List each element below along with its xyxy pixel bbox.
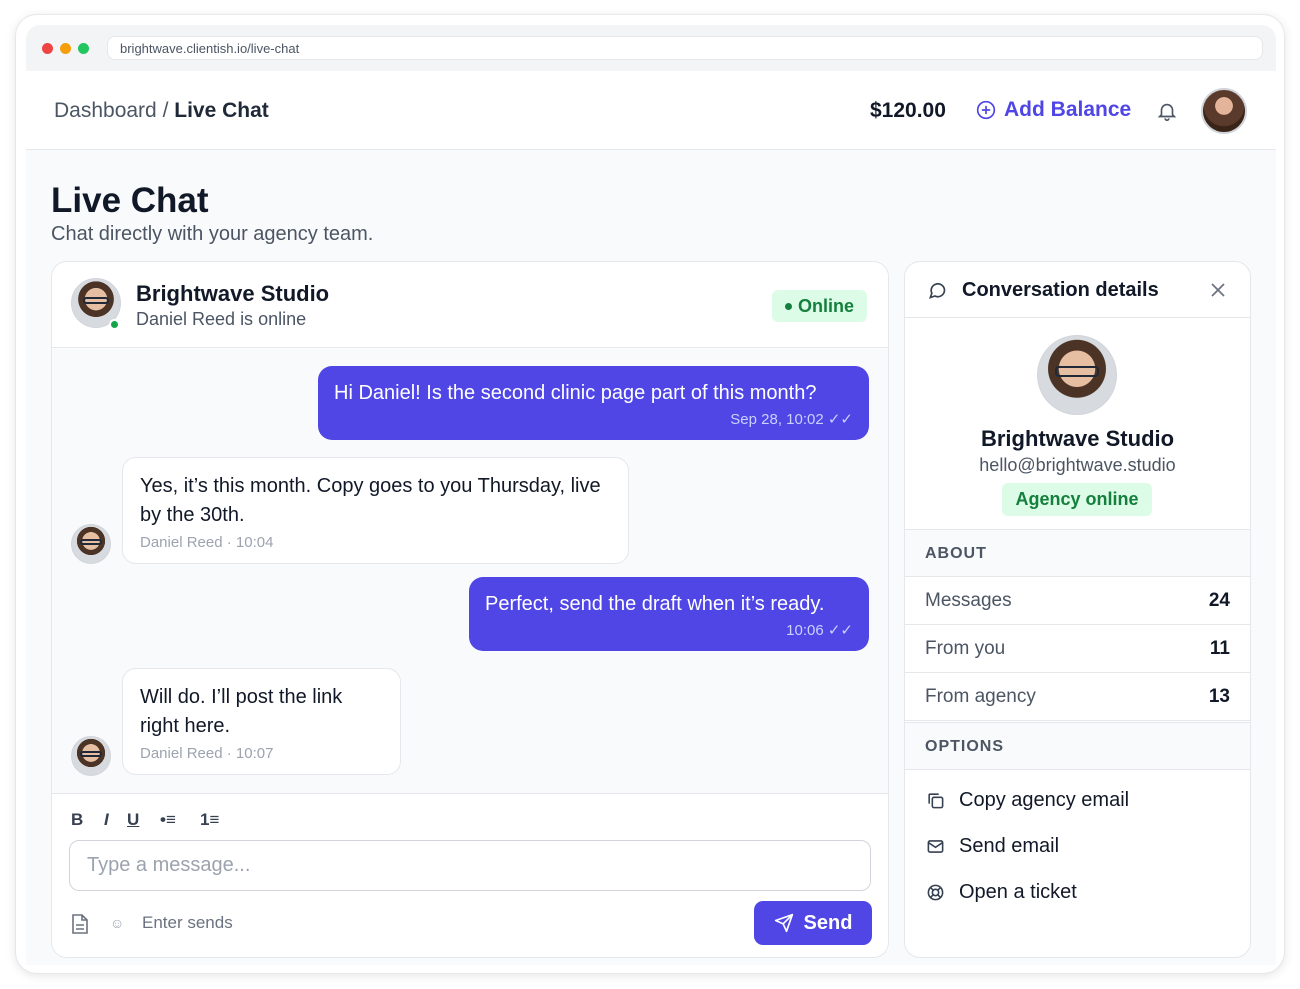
status-dot-icon bbox=[785, 302, 792, 310]
browser-chrome: brightwave.clientish.io/live-chat bbox=[26, 25, 1276, 71]
chat-panel: Brightwave Studio Daniel Reed is online … bbox=[51, 261, 889, 958]
online-status-badge: Online bbox=[772, 290, 868, 322]
message-avatar bbox=[71, 736, 111, 776]
message-meta: Sep 28, 10:02 ✓✓ bbox=[730, 411, 853, 428]
minimize-window-dot[interactable] bbox=[60, 43, 71, 54]
maximize-window-dot[interactable] bbox=[78, 43, 89, 54]
close-window-dot[interactable] bbox=[42, 43, 53, 54]
send-button-label: Send bbox=[803, 911, 853, 934]
message-incoming: Yes, it’s this month. Copy goes to you T… bbox=[122, 457, 629, 564]
message-incoming: Will do. I’ll post the link right here. … bbox=[122, 668, 401, 775]
breadcrumb-dashboard-link[interactable]: Dashboard bbox=[54, 99, 157, 122]
stat-row-from-you: From you 11 bbox=[905, 626, 1250, 673]
details-agency-name: Brightwave Studio bbox=[980, 426, 1175, 451]
stat-row-messages: Messages 24 bbox=[905, 578, 1250, 625]
option-label: Open a ticket bbox=[959, 881, 1077, 903]
stat-value: 13 bbox=[1208, 686, 1230, 707]
app-root: Dashboard / Live Chat $120.00 Add Balanc… bbox=[26, 71, 1276, 965]
message-outgoing: Hi Daniel! Is the second clinic page par… bbox=[318, 366, 869, 440]
details-avatar bbox=[1037, 335, 1117, 415]
option-label: Send email bbox=[959, 835, 1060, 857]
stat-label: From agency bbox=[925, 686, 1036, 707]
about-section-heading: ABOUT bbox=[905, 529, 1250, 577]
breadcrumb-current: Live Chat bbox=[174, 99, 269, 122]
details-agency-email: hello@brightwave.studio bbox=[979, 455, 1176, 475]
agency-online-badge: Agency online bbox=[1002, 483, 1152, 516]
stat-label: From you bbox=[925, 638, 1006, 659]
send-button[interactable]: Send bbox=[754, 901, 872, 945]
details-header: Conversation details bbox=[905, 262, 1250, 318]
send-email-option[interactable]: Send email bbox=[926, 835, 1059, 858]
numbered-list-button[interactable]: 1≡ bbox=[200, 810, 219, 830]
bell-icon[interactable] bbox=[1156, 99, 1178, 123]
conversation-details-panel: Conversation details Brightwave Studio h… bbox=[904, 261, 1251, 958]
browser-window: brightwave.clientish.io/live-chat Dashbo… bbox=[15, 14, 1285, 974]
bullet-list-button[interactable]: •≡ bbox=[160, 810, 176, 830]
online-indicator bbox=[109, 319, 120, 330]
lifebuoy-icon bbox=[927, 884, 944, 901]
attachment-icon[interactable] bbox=[70, 913, 90, 935]
topbar: Dashboard / Live Chat $120.00 Add Balanc… bbox=[26, 71, 1276, 150]
message-avatar bbox=[71, 524, 111, 564]
add-balance-label: Add Balance bbox=[1004, 98, 1132, 121]
chat-header: Brightwave Studio Daniel Reed is online … bbox=[52, 262, 888, 348]
message-text: Hi Daniel! Is the second clinic page par… bbox=[334, 382, 817, 404]
message-text: Perfect, send the draft when it’s ready. bbox=[485, 593, 825, 615]
plus-circle-icon bbox=[976, 100, 996, 120]
bold-button[interactable]: B bbox=[71, 810, 83, 830]
message-composer: B I U •≡ 1≡ ☺ Enter sends Send bbox=[52, 793, 888, 957]
send-icon bbox=[774, 913, 793, 933]
italic-button[interactable]: I bbox=[104, 810, 109, 830]
option-label: Copy agency email bbox=[959, 789, 1130, 811]
options-section-heading: OPTIONS bbox=[905, 722, 1250, 770]
chat-agency-name: Brightwave Studio bbox=[136, 281, 330, 306]
breadcrumb: Dashboard / Live Chat bbox=[54, 99, 269, 123]
chat-bubble-icon bbox=[928, 282, 946, 299]
stat-value: 11 bbox=[1209, 638, 1230, 659]
page-subtitle: Chat directly with your agency team. bbox=[51, 223, 374, 245]
message-text: Will do. I’ll post the link right here. bbox=[140, 686, 343, 737]
close-icon[interactable] bbox=[1210, 282, 1226, 298]
stat-row-from-agency: From agency 13 bbox=[905, 674, 1250, 721]
address-bar[interactable]: brightwave.clientish.io/live-chat bbox=[107, 36, 1263, 60]
stat-value: 24 bbox=[1208, 590, 1230, 611]
chat-agency-status: Daniel Reed is online bbox=[136, 309, 307, 329]
emoji-icon[interactable]: ☺ bbox=[110, 915, 124, 931]
mail-icon bbox=[927, 840, 944, 853]
underline-button[interactable]: U bbox=[127, 810, 139, 830]
message-outgoing: Perfect, send the draft when it’s ready.… bbox=[469, 577, 869, 651]
message-text: Yes, it’s this month. Copy goes to you T… bbox=[140, 475, 601, 526]
stat-label: Messages bbox=[925, 590, 1012, 611]
balance-amount: $120.00 bbox=[870, 99, 946, 122]
copy-agency-email-option[interactable]: Copy agency email bbox=[926, 789, 1129, 812]
message-list[interactable]: Hi Daniel! Is the second clinic page par… bbox=[52, 349, 888, 793]
user-avatar[interactable] bbox=[1201, 88, 1247, 134]
message-input[interactable] bbox=[69, 840, 871, 891]
breadcrumb-separator: / bbox=[162, 99, 169, 122]
add-balance-button[interactable]: Add Balance bbox=[976, 98, 1131, 122]
copy-icon bbox=[928, 793, 944, 809]
online-badge-label: Online bbox=[798, 296, 855, 316]
open-ticket-option[interactable]: Open a ticket bbox=[926, 881, 1077, 904]
message-meta: 10:06 ✓✓ bbox=[786, 622, 853, 639]
details-title: Conversation details bbox=[962, 279, 1159, 301]
message-meta: Daniel Reed · 10:04 bbox=[140, 534, 274, 551]
message-meta: Daniel Reed · 10:07 bbox=[140, 745, 274, 762]
page-title: Live Chat bbox=[51, 181, 209, 220]
composer-hint: Enter sends bbox=[142, 913, 233, 932]
